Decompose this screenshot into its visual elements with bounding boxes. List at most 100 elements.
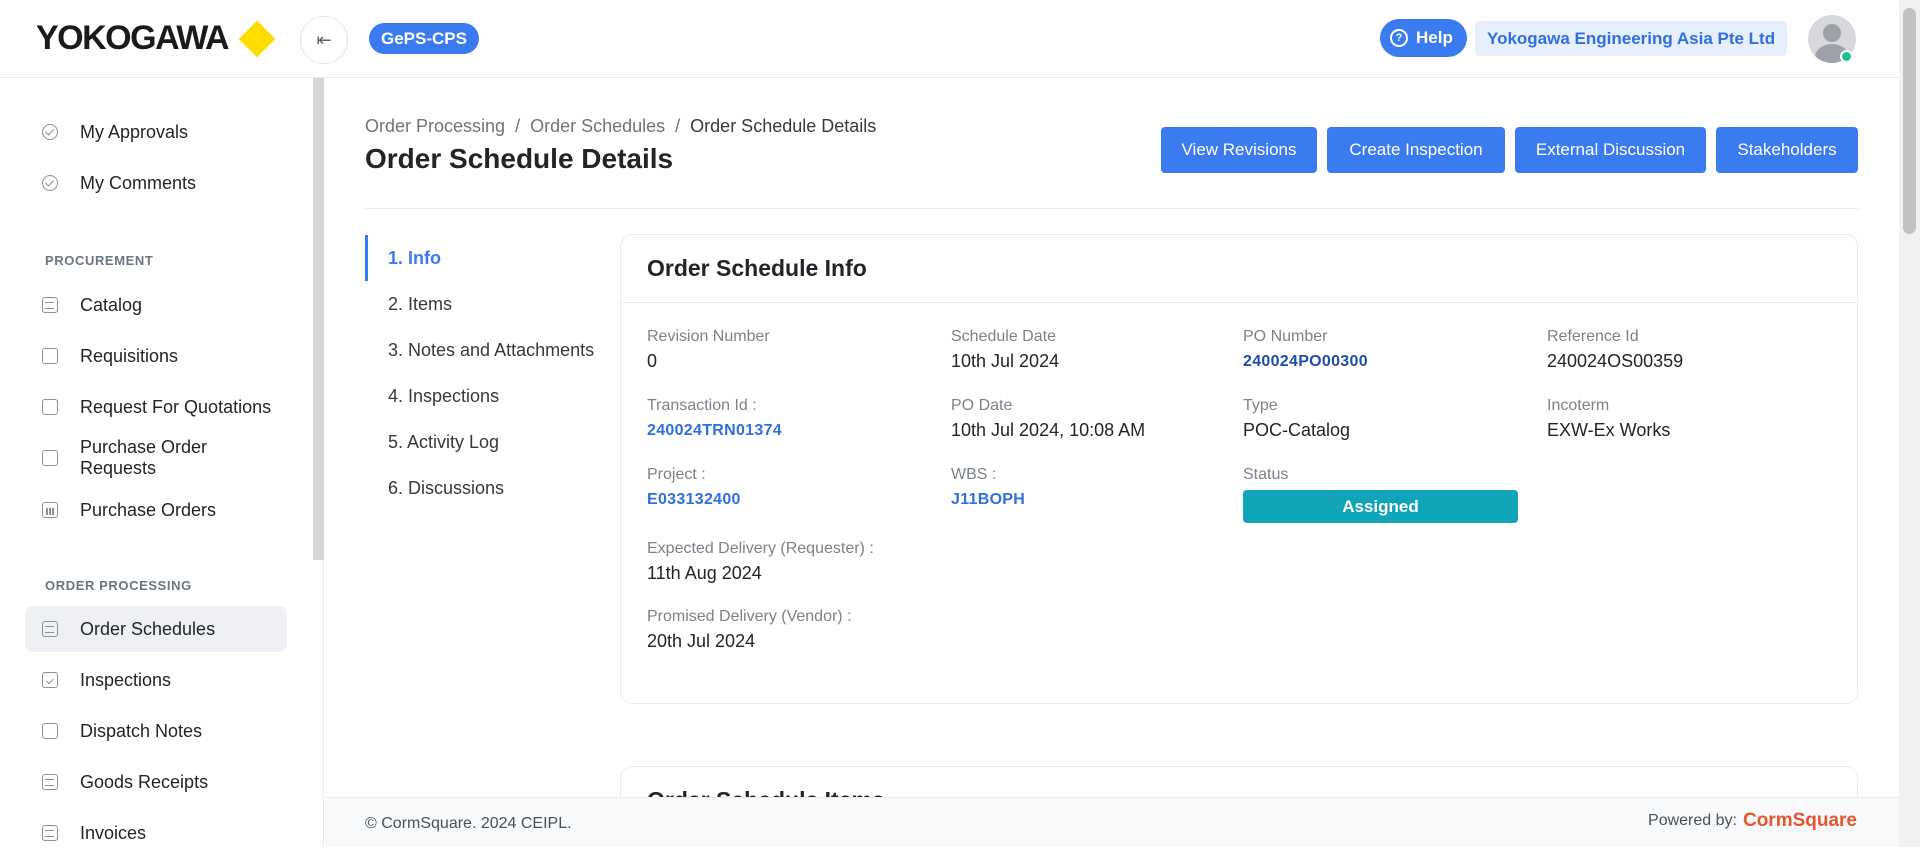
breadcrumb-separator: /	[675, 116, 681, 136]
sidebar-item-label: My Comments	[80, 172, 197, 193]
check-circle-icon	[42, 124, 58, 140]
wbs-label: WBS :	[951, 466, 997, 483]
invoice-icon	[42, 825, 58, 841]
footer: © CormSquare. 2024 CEIPL. Powered by: Co…	[325, 797, 1899, 847]
section-steps-nav: 1. Info 2. Items 3. Notes and Attachment…	[365, 235, 605, 511]
expected-delivery-label: Expected Delivery (Requester) :	[647, 540, 874, 557]
cormsquare-logo[interactable]: CormSquare	[1743, 810, 1857, 832]
sidebar-item-my-approvals[interactable]: My Approvals	[25, 109, 287, 155]
question-circle-icon: ?	[1390, 29, 1408, 47]
revision-number-value: 0	[647, 351, 658, 371]
receipt-icon	[42, 774, 58, 790]
order-schedule-info-card: Order Schedule Info Revision Number 0 Sc…	[620, 234, 1858, 704]
sidebar-item-label: Purchase Orders	[80, 499, 217, 520]
sidebar-item-catalog[interactable]: Catalog	[25, 282, 287, 328]
step-notes-attachments[interactable]: 3. Notes and Attachments	[365, 327, 605, 373]
sidebar-scrollbar[interactable]	[313, 78, 324, 560]
reference-id-label: Reference Id	[1547, 328, 1639, 345]
sidebar-item-goods-receipts[interactable]: Goods Receipts	[25, 759, 287, 805]
section-label-procurement: PROCUREMENT	[45, 253, 154, 268]
project-link[interactable]: E033132400	[647, 491, 741, 509]
collapse-left-icon: ⇤	[316, 29, 332, 50]
breadcrumb-order-processing[interactable]: Order Processing	[365, 116, 505, 137]
breadcrumb-current: Order Schedule Details	[690, 116, 877, 136]
page-scrollbar[interactable]	[1899, 0, 1920, 847]
sidebar-item-purchase-order-requests[interactable]: Purchase Order Requests	[25, 435, 287, 481]
card-title: Order Schedule Info	[647, 255, 867, 281]
schedule-icon	[42, 621, 58, 637]
sidebar-item-invoices[interactable]: Invoices	[25, 810, 287, 856]
sidebar-item-label: My Approvals	[80, 121, 189, 142]
breadcrumb: Order Processing / Order Schedules / Ord…	[365, 116, 876, 137]
checklist-icon	[42, 672, 58, 688]
sidebar-item-label: Purchase Order Requests	[80, 437, 208, 478]
transaction-id-label: Transaction Id :	[647, 397, 757, 414]
document-icon	[42, 399, 58, 415]
step-inspections[interactable]: 4. Inspections	[365, 373, 605, 419]
po-number-link[interactable]: 240024PO00300	[1243, 353, 1368, 371]
section-label-order-processing: ORDER PROCESSING	[45, 578, 192, 593]
step-info[interactable]: 1. Info	[365, 235, 605, 281]
top-header: YOKOGAWA ⇤ GePS-CPS ? Help Yokogawa Engi…	[0, 0, 1899, 78]
wbs-link[interactable]: J11BOPH	[951, 491, 1025, 509]
logo-diamond-icon	[238, 20, 276, 57]
po-date-value: 10th Jul 2024, 10:08 AM	[951, 420, 1146, 440]
main-content: Order Processing / Order Schedules / Ord…	[325, 78, 1899, 847]
powered-by-label: Powered by:	[1648, 812, 1737, 829]
create-inspection-button[interactable]: Create Inspection	[1327, 127, 1505, 173]
sidebar-item-order-schedules[interactable]: Order Schedules	[25, 606, 287, 652]
view-revisions-button[interactable]: View Revisions	[1161, 127, 1317, 173]
revision-number-label: Revision Number	[647, 328, 770, 345]
sidebar-item-my-comments[interactable]: My Comments	[25, 160, 287, 206]
sidebar-item-inspections[interactable]: Inspections	[25, 657, 287, 703]
document-icon	[42, 450, 58, 466]
yokogawa-logo[interactable]: YOKOGAWA	[36, 19, 276, 58]
sidebar-item-label: Order Schedules	[80, 618, 216, 639]
document-icon	[42, 348, 58, 364]
promised-delivery-value: 20th Jul 2024	[647, 631, 756, 651]
po-number-label: PO Number	[1243, 328, 1328, 345]
sidebar-item-dispatch-notes[interactable]: Dispatch Notes	[25, 708, 287, 754]
card-divider	[621, 302, 1857, 303]
status-label: Status	[1243, 466, 1289, 483]
sidebar-item-label: Inspections	[80, 669, 172, 690]
sidebar-item-label: Catalog	[80, 294, 143, 315]
stakeholders-button[interactable]: Stakeholders	[1716, 127, 1858, 173]
sidebar-item-rfq[interactable]: Request For Quotations	[25, 384, 287, 430]
catalog-icon	[42, 297, 58, 313]
status-badge: Assigned	[1243, 490, 1518, 523]
scrollbar-thumb[interactable]	[1903, 8, 1916, 234]
page-title: Order Schedule Details	[365, 143, 674, 174]
incoterm-value: EXW-Ex Works	[1547, 420, 1671, 440]
po-date-label: PO Date	[951, 397, 1013, 414]
copyright-text: © CormSquare. 2024 CEIPL.	[365, 815, 572, 832]
sidebar-item-label: Dispatch Notes	[80, 720, 203, 741]
external-discussion-button[interactable]: External Discussion	[1515, 127, 1706, 173]
online-status-indicator	[1840, 50, 1853, 63]
type-value: POC-Catalog	[1243, 420, 1351, 440]
company-selector[interactable]: Yokogawa Engineering Asia Pte Ltd	[1475, 21, 1788, 56]
sidebar-item-label: Request For Quotations	[80, 396, 272, 417]
step-items[interactable]: 2. Items	[365, 281, 605, 327]
incoterm-label: Incoterm	[1547, 397, 1610, 414]
project-label: Project :	[647, 466, 706, 483]
breadcrumb-order-schedules[interactable]: Order Schedules	[530, 116, 665, 137]
sidebar-item-purchase-orders[interactable]: Purchase Orders	[25, 487, 287, 533]
step-discussions[interactable]: 6. Discussions	[365, 465, 605, 511]
check-circle-icon	[42, 175, 58, 191]
reference-id-value: 240024OS00359	[1547, 351, 1684, 371]
powered-by: Powered by: CormSquare	[1648, 810, 1857, 832]
help-button[interactable]: ? Help	[1380, 19, 1467, 57]
schedule-date-value: 10th Jul 2024	[951, 351, 1060, 371]
collapse-sidebar-button[interactable]: ⇤	[300, 16, 348, 64]
sidebar-item-requisitions[interactable]: Requisitions	[25, 333, 287, 379]
sidebar-item-label: Goods Receipts	[80, 771, 209, 792]
app-badge[interactable]: GePS-CPS	[369, 23, 479, 54]
chart-icon	[42, 502, 58, 518]
expected-delivery-value: 11th Aug 2024	[647, 563, 762, 583]
step-activity-log[interactable]: 5. Activity Log	[365, 419, 605, 465]
sidebar: My Approvals My Comments PROCUREMENT Cat…	[0, 78, 324, 847]
transaction-id-link[interactable]: 240024TRN01374	[647, 422, 782, 440]
logo-text: YOKOGAWA	[36, 19, 230, 57]
divider	[365, 208, 1858, 209]
